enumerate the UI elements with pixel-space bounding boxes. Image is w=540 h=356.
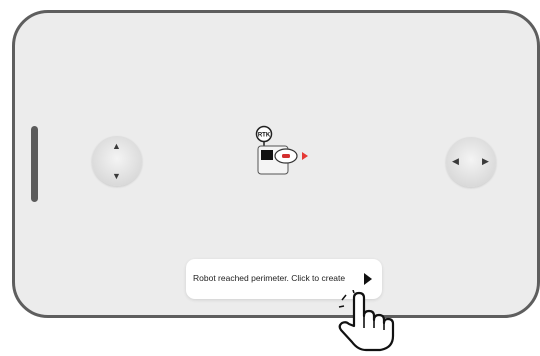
- hand-pointer-icon: [338, 290, 395, 352]
- rtk-label: RTK: [258, 133, 271, 139]
- chevron-down-icon: ▼: [112, 171, 121, 181]
- toast-message: Robot reached perimeter. Click to create: [193, 273, 346, 283]
- robot-icon: RTK: [255, 125, 308, 175]
- side-handle[interactable]: [31, 126, 38, 202]
- direction-arrow-icon: [302, 152, 308, 160]
- chevron-left-icon: ◀: [452, 156, 459, 166]
- play-triangle-icon[interactable]: [364, 273, 372, 285]
- left-joystick[interactable]: ▲ ▼: [92, 136, 142, 186]
- chevron-up-icon: ▲: [112, 141, 121, 151]
- chevron-right-icon: ▶: [482, 156, 489, 166]
- right-joystick[interactable]: ◀ ▶: [446, 137, 496, 187]
